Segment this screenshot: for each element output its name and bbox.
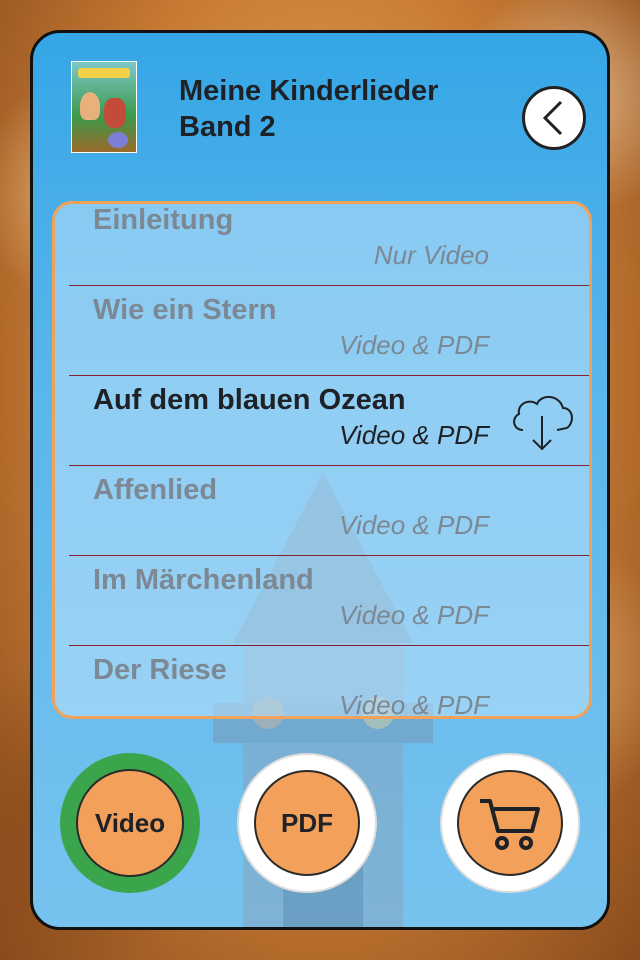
back-button[interactable] (522, 86, 586, 150)
song-type: Video & PDF (339, 330, 489, 360)
song-title: Der Riese (93, 654, 227, 686)
song-type: Video & PDF (339, 420, 489, 450)
page-title: Meine Kinderlieder Band 2 (179, 75, 439, 143)
pdf-button[interactable]: PDF (237, 753, 377, 893)
song-title: Wie ein Stern (93, 294, 277, 326)
song-item-im-maerchenland[interactable]: Im Märchenland Video & PDF (69, 556, 589, 646)
song-title: Affenlied (93, 474, 218, 506)
cart-button-face (457, 770, 563, 876)
song-item-der-riese[interactable]: Der Riese Video & PDF (69, 646, 589, 719)
header: Meine Kinderlieder Band 2 (33, 33, 607, 203)
song-type: Nur Video (373, 240, 489, 270)
app-panel: Meine Kinderlieder Band 2 Einleitung Nur… (30, 30, 610, 930)
song-title: Im Märchenland (93, 564, 314, 596)
cart-button[interactable] (440, 753, 580, 893)
shopping-cart-icon (480, 799, 540, 850)
pdf-button-face: PDF (254, 770, 360, 876)
song-type: Video & PDF (339, 690, 489, 719)
video-button[interactable]: Video (60, 753, 200, 893)
song-item-affenlied[interactable]: Affenlied Video & PDF (69, 466, 589, 556)
song-item-wie-ein-stern[interactable]: Wie ein Stern Video & PDF (69, 286, 589, 376)
song-item-einleitung[interactable]: Einleitung Nur Video (69, 204, 589, 286)
song-type: Video & PDF (339, 600, 489, 630)
song-list[interactable]: Einleitung Nur Video Wie ein Stern Video… (52, 201, 592, 719)
cloud-download-icon[interactable] (509, 390, 575, 452)
song-title: Auf dem blauen Ozean (93, 384, 406, 416)
song-title: Einleitung (93, 204, 234, 236)
song-type: Video & PDF (339, 510, 489, 540)
album-cover (71, 61, 137, 153)
song-item-auf-dem-blauen-ozean[interactable]: Auf dem blauen Ozean Video & PDF (69, 376, 589, 466)
chevron-left-icon (542, 100, 563, 136)
video-button-face: Video (76, 769, 184, 877)
